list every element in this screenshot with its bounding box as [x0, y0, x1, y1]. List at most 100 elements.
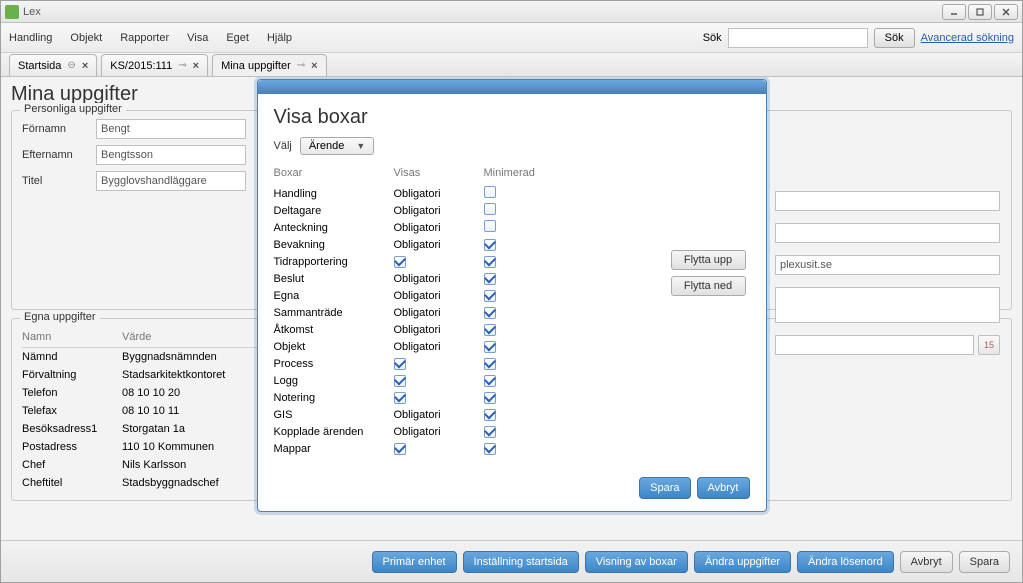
box-min-chk[interactable] [484, 391, 564, 404]
tab-startsida[interactable]: Startsida ⊖ × [9, 54, 97, 76]
box-visas: Obligatori [394, 239, 484, 251]
menu-handling[interactable]: Handling [9, 32, 52, 44]
box-visas: Obligatori [394, 324, 484, 336]
tab-mina-uppgifter[interactable]: Mina uppgifter ⊸ × [212, 54, 327, 76]
box-visas: Obligatori [394, 307, 484, 319]
andra-uppgifter-button[interactable]: Ändra uppgifter [694, 551, 791, 573]
box-visas: Obligatori [394, 426, 484, 438]
primar-enhet-button[interactable]: Primär enhet [372, 551, 457, 573]
menu-rapporter[interactable]: Rapporter [120, 32, 169, 44]
box-min-chk[interactable] [484, 408, 564, 421]
box-name: Deltagare [274, 205, 394, 217]
chevron-down-icon: ▼ [356, 141, 365, 151]
box-min-chk[interactable] [484, 306, 564, 319]
maximize-button[interactable] [968, 4, 992, 20]
box-min-chk[interactable] [484, 255, 564, 268]
box-min-chk[interactable] [484, 289, 564, 302]
footer: Primär enhet Inställning startsida Visni… [1, 540, 1022, 582]
list-item[interactable]: Process [274, 355, 750, 372]
pin-icon[interactable]: ⊸ [297, 60, 305, 71]
box-table-head: Boxar Visas Minimerad [274, 163, 750, 185]
box-visas-chk[interactable] [394, 442, 484, 455]
box-name: Bevakning [274, 239, 394, 251]
tab-label: Mina uppgifter [221, 60, 291, 72]
menubar: Handling Objekt Rapporter Visa Eget Hjäl… [1, 23, 1022, 53]
box-rows: HandlingObligatoriDeltagareObligatoriAnt… [274, 185, 750, 457]
box-visas-chk[interactable] [394, 374, 484, 387]
box-name: GIS [274, 409, 394, 421]
list-item[interactable]: HandlingObligatori [274, 185, 750, 202]
flytta-ned-button[interactable]: Flytta ned [671, 276, 746, 296]
menu-eget[interactable]: Eget [226, 32, 249, 44]
box-name: Tidrapportering [274, 256, 394, 268]
box-min-chk[interactable] [484, 238, 564, 251]
list-item[interactable]: Mappar [274, 440, 750, 457]
spara-button[interactable]: Spara [959, 551, 1010, 573]
valj-label: Välj [274, 140, 292, 152]
valj-select[interactable]: Ärende ▼ [300, 137, 374, 155]
avbryt-button[interactable]: Avbryt [900, 551, 953, 573]
box-min-chk[interactable] [484, 272, 564, 285]
box-name: Egna [274, 290, 394, 302]
dialog-avbryt-button[interactable]: Avbryt [697, 477, 750, 499]
box-min-chk[interactable] [484, 442, 564, 455]
list-item[interactable]: Logg [274, 372, 750, 389]
box-min-chk[interactable] [484, 357, 564, 370]
box-name: Sammanträde [274, 307, 394, 319]
list-item[interactable]: ObjektObligatori [274, 338, 750, 355]
box-visas: Obligatori [394, 273, 484, 285]
content-area: Mina uppgifter Personliga uppgifter Förn… [1, 77, 1022, 540]
dialog-footer: Spara Avbryt [258, 469, 766, 511]
andra-losenord-button[interactable]: Ändra lösenord [797, 551, 894, 573]
close-icon[interactable]: × [311, 60, 317, 72]
search-button[interactable]: Sök [874, 28, 915, 48]
app-window: Lex Handling Objekt Rapporter Visa Eget … [0, 0, 1023, 583]
box-min-chk[interactable] [484, 425, 564, 438]
box-name: Åtkomst [274, 324, 394, 336]
titlebar: Lex [1, 1, 1022, 23]
list-item[interactable]: AnteckningObligatori [274, 219, 750, 236]
list-item[interactable]: Kopplade ärendenObligatori [274, 423, 750, 440]
box-visas: Obligatori [394, 409, 484, 421]
box-min-chk[interactable] [484, 323, 564, 336]
pin-icon[interactable]: ⊸ [178, 60, 186, 71]
box-min-chk[interactable] [484, 340, 564, 353]
menu-visa[interactable]: Visa [187, 32, 208, 44]
tab-ks[interactable]: KS/2015:111 ⊸ × [101, 54, 208, 76]
box-visas-chk[interactable] [394, 357, 484, 370]
menu-objekt[interactable]: Objekt [70, 32, 102, 44]
minimize-button[interactable] [942, 4, 966, 20]
list-item[interactable]: DeltagareObligatori [274, 202, 750, 219]
dialog-titlebar[interactable] [258, 80, 766, 94]
list-item[interactable]: SammanträdeObligatori [274, 304, 750, 321]
list-item[interactable]: ÅtkomstObligatori [274, 321, 750, 338]
advanced-search-link[interactable]: Avancerad sökning [921, 32, 1014, 44]
box-visas-chk[interactable] [394, 255, 484, 268]
box-min-chk[interactable] [484, 220, 564, 235]
box-visas: Obligatori [394, 188, 484, 200]
box-min-chk[interactable] [484, 374, 564, 387]
box-visas-chk[interactable] [394, 391, 484, 404]
valj-value: Ärende [309, 140, 344, 152]
pin-icon[interactable]: ⊖ [67, 60, 75, 71]
box-name: Anteckning [274, 222, 394, 234]
dialog-title: Visa boxar [274, 106, 750, 129]
box-min-chk[interactable] [484, 203, 564, 218]
visning-av-boxar-button[interactable]: Visning av boxar [585, 551, 688, 573]
box-min-chk[interactable] [484, 186, 564, 201]
dialog-spara-button[interactable]: Spara [639, 477, 690, 499]
list-item[interactable]: Notering [274, 389, 750, 406]
menu-hjalp[interactable]: Hjälp [267, 32, 292, 44]
col-visas: Visas [394, 167, 484, 179]
close-button[interactable] [994, 4, 1018, 20]
visa-boxar-dialog: Visa boxar Välj Ärende ▼ Boxar Visas Min… [257, 79, 767, 512]
app-icon [5, 5, 19, 19]
list-item[interactable]: GISObligatori [274, 406, 750, 423]
search-input[interactable] [728, 28, 868, 48]
close-icon[interactable]: × [82, 60, 88, 72]
installning-startsida-button[interactable]: Inställning startsida [463, 551, 579, 573]
close-icon[interactable]: × [193, 60, 199, 72]
box-name: Kopplade ärenden [274, 426, 394, 438]
search-area: Sök Sök Avancerad sökning [703, 28, 1014, 48]
flytta-upp-button[interactable]: Flytta upp [671, 250, 746, 270]
